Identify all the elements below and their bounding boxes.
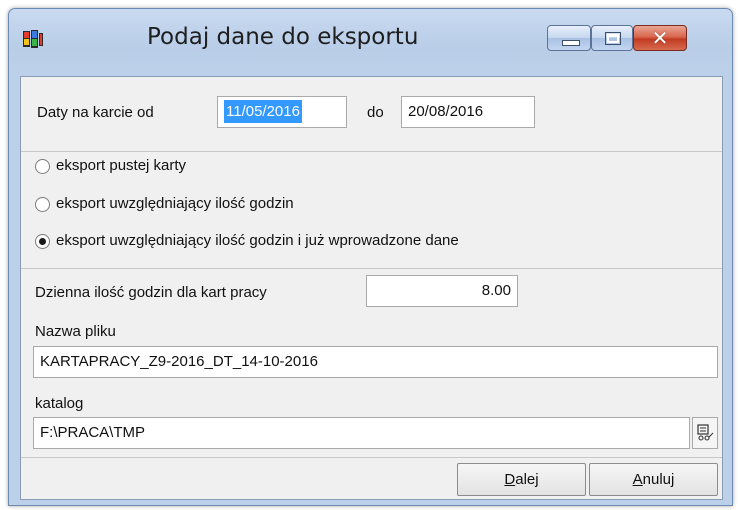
cancel-button[interactable]: Anuluj xyxy=(589,463,718,496)
button-bar: Dalej Anuluj xyxy=(21,458,722,499)
date-to-value: 20/08/2016 xyxy=(408,103,484,120)
export-option-label: eksport uwzględniający ilość godzin xyxy=(56,195,294,212)
directory-value: F:\PRACA\TMP xyxy=(40,424,146,441)
file-name-label: Nazwa pliku xyxy=(35,323,116,340)
minimize-button[interactable] xyxy=(547,25,591,51)
export-option-label: eksport pustej karty xyxy=(56,157,187,174)
file-name-value: KARTAPRACY_Z9-2016_DT_14-10-2016 xyxy=(40,353,318,370)
dialog-window: Podaj dane do eksportu ✕ Daty na karcie … xyxy=(8,8,733,506)
close-button[interactable]: ✕ xyxy=(633,25,687,51)
date-range-panel: Daty na karcie od 11/05/2016 do 20/08/20… xyxy=(21,77,722,152)
next-button[interactable]: Dalej xyxy=(457,463,586,496)
daily-hours-field[interactable]: 8.00 xyxy=(366,275,518,307)
window-title: Podaj dane do eksportu xyxy=(147,24,419,50)
export-option-label: eksport uwzględniający ilość godzin i ju… xyxy=(56,232,459,249)
next-label: alej xyxy=(515,471,539,488)
file-name-field[interactable]: KARTAPRACY_Z9-2016_DT_14-10-2016 xyxy=(33,346,718,378)
maximize-button[interactable] xyxy=(591,25,633,51)
maximize-icon xyxy=(605,32,621,45)
folder-browse-icon xyxy=(697,424,714,441)
close-icon: ✕ xyxy=(651,26,669,50)
next-accelerator: D xyxy=(504,471,516,488)
directory-field[interactable]: F:\PRACA\TMP xyxy=(33,417,690,449)
date-to-field[interactable]: 20/08/2016 xyxy=(401,96,535,128)
date-from-field[interactable]: 11/05/2016 xyxy=(217,96,347,128)
radio-button[interactable] xyxy=(35,197,50,212)
export-mode-panel: eksport pustej karty eksport uwzględniaj… xyxy=(21,152,722,269)
dialog-client-area: Daty na karcie od 11/05/2016 do 20/08/20… xyxy=(20,76,723,500)
date-from-label: Daty na karcie od xyxy=(37,104,154,121)
browse-directory-button[interactable] xyxy=(692,417,718,449)
date-to-label: do xyxy=(367,104,384,121)
file-settings-panel: Dzienna ilość godzin dla kart pracy 8.00… xyxy=(21,269,722,458)
cancel-label: nuluj xyxy=(642,471,675,488)
minimize-icon xyxy=(562,40,580,46)
cancel-accelerator: A xyxy=(632,471,643,488)
radio-button-checked[interactable] xyxy=(35,234,50,249)
daily-hours-value: 8.00 xyxy=(481,282,511,299)
directory-label: katalog xyxy=(35,395,84,412)
daily-hours-label: Dzienna ilość godzin dla kart pracy xyxy=(35,284,267,301)
radio-button[interactable] xyxy=(35,159,50,174)
app-icon xyxy=(23,30,43,48)
date-from-value: 11/05/2016 xyxy=(224,100,302,123)
title-bar[interactable]: Podaj dane do eksportu ✕ xyxy=(9,9,732,69)
